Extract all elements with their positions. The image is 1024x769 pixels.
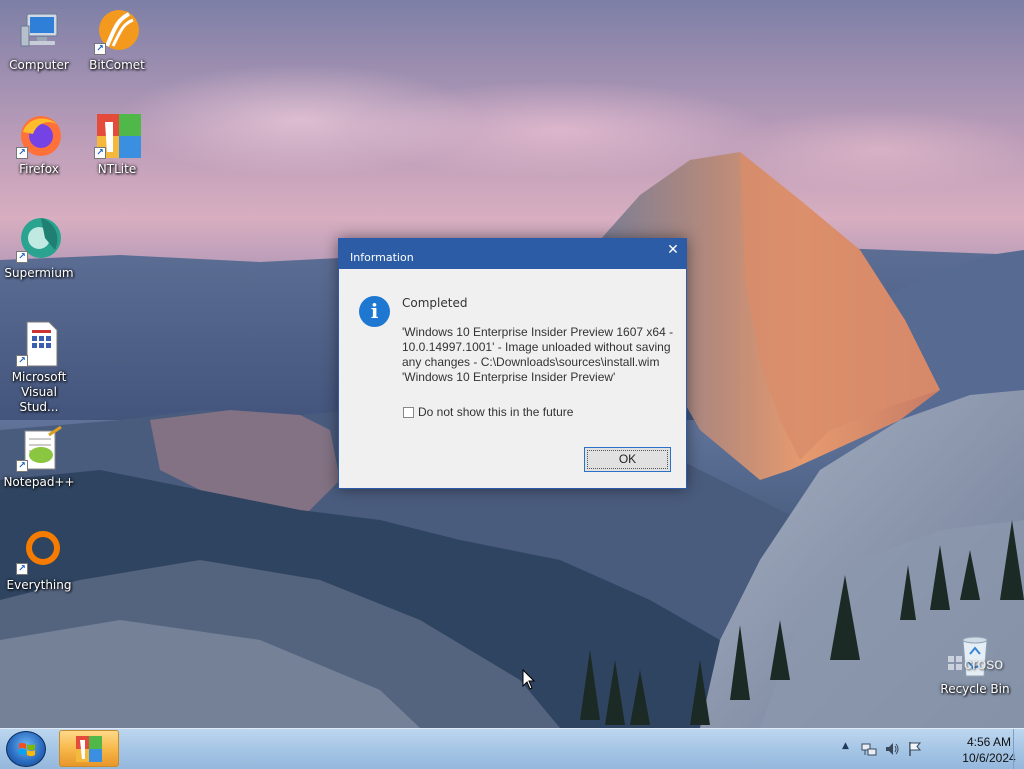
ok-button[interactable]: OK bbox=[584, 447, 671, 472]
shortcut-arrow-icon: ↗ bbox=[16, 251, 28, 263]
desktop-icon-visual-studio[interactable]: ↗ Microsoft Visual Stud... bbox=[1, 320, 77, 415]
message-line: any changes - C:\Downloads\sources\insta… bbox=[402, 355, 660, 369]
close-icon[interactable]: ✕ bbox=[666, 243, 680, 257]
show-desktop-button[interactable] bbox=[1013, 729, 1024, 769]
desktop-icon-label: Microsoft Visual Stud... bbox=[11, 370, 67, 414]
ntlite-icon: ↗ bbox=[93, 112, 141, 160]
dialog-heading: Completed bbox=[402, 296, 468, 310]
clock-date: 10/6/2024 bbox=[962, 751, 1016, 765]
mouse-cursor-icon bbox=[522, 669, 536, 690]
do-not-show-checkbox[interactable]: Do not show this in the future bbox=[403, 405, 573, 419]
action-center-flag-icon[interactable] bbox=[907, 741, 923, 757]
message-line: 'Windows 10 Enterprise Insider Preview' bbox=[402, 370, 616, 384]
shortcut-arrow-icon: ↗ bbox=[94, 147, 106, 159]
windows-watermark-logo: croso bbox=[948, 656, 1003, 674]
desktop-icon-label: Everything bbox=[6, 578, 72, 592]
desktop-icon-supermium[interactable]: ↗ Supermium bbox=[1, 216, 77, 281]
shortcut-arrow-icon: ↗ bbox=[16, 563, 28, 575]
dialog-titlebar[interactable]: Information ✕ bbox=[339, 239, 686, 269]
checkbox-box[interactable] bbox=[403, 406, 414, 418]
message-line: 10.0.14997.1001' - Image unloaded withou… bbox=[402, 340, 671, 354]
dialog-message: 'Windows 10 Enterprise Insider Preview 1… bbox=[402, 325, 678, 385]
document-icon: ↗ bbox=[15, 320, 63, 368]
windows-flag-icon bbox=[19, 742, 35, 757]
supermium-icon: ↗ bbox=[15, 216, 63, 264]
volume-icon[interactable] bbox=[884, 741, 900, 757]
clock-time: 4:56 AM bbox=[966, 735, 1012, 749]
dialog-title: Information bbox=[350, 251, 414, 264]
shortcut-arrow-icon: ↗ bbox=[16, 355, 28, 367]
shortcut-arrow-icon: ↗ bbox=[16, 147, 28, 159]
network-icon[interactable] bbox=[861, 741, 877, 757]
everything-icon: ↗ bbox=[15, 528, 63, 576]
info-icon: i bbox=[359, 296, 390, 327]
desktop-icon-computer[interactable]: Computer bbox=[1, 8, 77, 73]
information-dialog: Information ✕ i Completed 'Windows 10 En… bbox=[338, 238, 687, 489]
checkbox-label[interactable]: Do not show this in the future bbox=[418, 405, 573, 419]
shortcut-arrow-icon: ↗ bbox=[16, 460, 28, 472]
shortcut-arrow-icon: ↗ bbox=[94, 43, 106, 55]
bitcomet-icon: ↗ bbox=[93, 8, 141, 56]
start-button[interactable] bbox=[6, 731, 46, 767]
desktop-icon-ntlite[interactable]: ↗ NTLite bbox=[79, 112, 155, 177]
desktop-icon-label: Supermium bbox=[4, 266, 74, 280]
ntlite-icon bbox=[76, 736, 102, 762]
desktop-icon-label: Notepad++ bbox=[3, 475, 75, 489]
computer-icon bbox=[15, 8, 63, 56]
windows-logo-icon bbox=[948, 656, 962, 670]
desktop-icon-label: Computer bbox=[9, 58, 69, 72]
taskbar-item-ntlite[interactable] bbox=[59, 730, 119, 767]
desktop-icon-firefox[interactable]: ↗ Firefox bbox=[1, 112, 77, 177]
desktop-icon-everything[interactable]: ↗ Everything bbox=[1, 528, 77, 593]
desktop: Computer ↗ BitComet ↗ Firefox ↗ NTLite ↗… bbox=[0, 0, 1024, 728]
firefox-icon: ↗ bbox=[15, 112, 63, 160]
desktop-icon-label: NTLite bbox=[97, 162, 137, 176]
watermark-text: croso bbox=[964, 656, 1004, 673]
notepadpp-icon: ↗ bbox=[15, 425, 63, 473]
desktop-icon-bitcomet[interactable]: ↗ BitComet bbox=[79, 8, 155, 73]
clock[interactable]: 4:56 AM 10/6/2024 bbox=[959, 734, 1019, 766]
desktop-icon-label: Recycle Bin bbox=[940, 682, 1010, 696]
system-tray: ▲ 4:56 AM 10/6/2024 bbox=[834, 729, 1024, 769]
desktop-icon-notepadpp[interactable]: ↗ Notepad++ bbox=[1, 425, 77, 490]
desktop-icon-label: Firefox bbox=[19, 162, 59, 176]
desktop-icon-label: BitComet bbox=[89, 58, 145, 72]
show-hidden-icons-arrow[interactable]: ▲ bbox=[842, 741, 849, 751]
message-line: 'Windows 10 Enterprise Insider Preview 1… bbox=[402, 325, 674, 339]
taskbar: ▲ 4:56 AM 10/6/2024 bbox=[0, 728, 1024, 769]
